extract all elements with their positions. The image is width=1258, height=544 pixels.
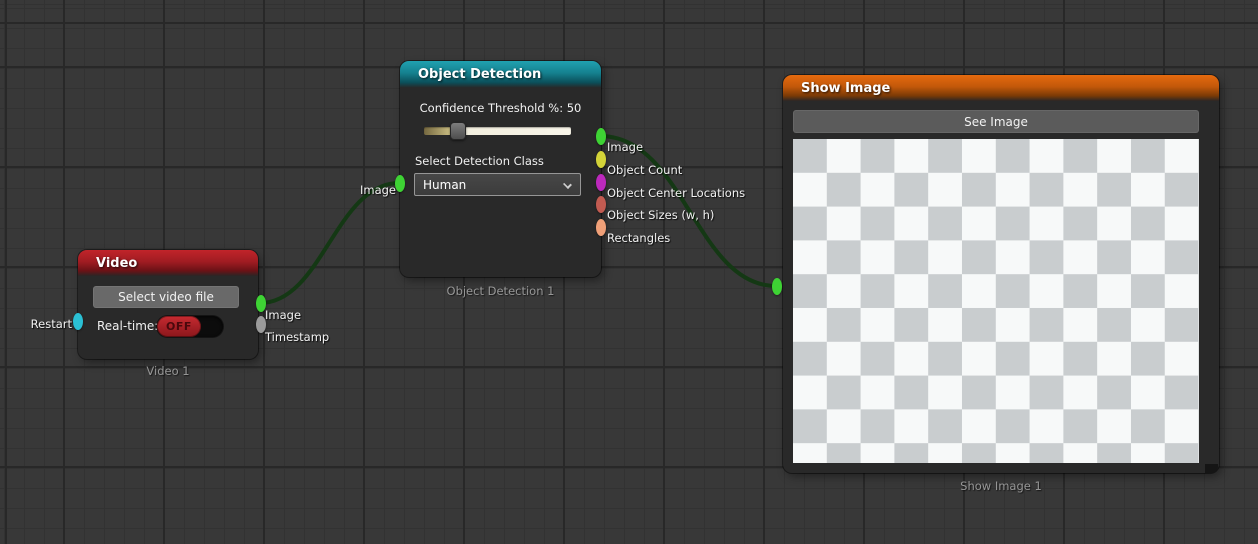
node-show-image[interactable]: Show Image See Image	[783, 75, 1219, 473]
node-video-header[interactable]: Video	[78, 250, 258, 276]
port-detection-image-input[interactable]	[395, 175, 405, 192]
port-label-detection-image-input: Image	[360, 183, 396, 197]
realtime-row: Real-time: OFF	[78, 316, 258, 338]
port-label-object-center-locations: Object Center Locations	[607, 186, 745, 200]
node-object-detection-title: Object Detection	[418, 67, 541, 82]
node-object-detection-header[interactable]: Object Detection	[400, 61, 601, 88]
detection-class-label: Select Detection Class	[415, 154, 544, 168]
slider-handle[interactable]	[450, 122, 466, 140]
detection-class-selected-value: Human	[423, 178, 466, 192]
select-video-file-button[interactable]: Select video file	[93, 286, 239, 308]
realtime-toggle-knob[interactable]: OFF	[157, 316, 201, 337]
chevron-down-icon	[563, 180, 572, 189]
port-label-video-image: Image	[265, 308, 301, 322]
port-object-sizes-output[interactable]	[596, 196, 606, 213]
port-label-video-restart: Restart	[31, 317, 72, 331]
port-label-video-timestamp: Timestamp	[265, 330, 329, 344]
image-preview-placeholder	[793, 139, 1199, 463]
port-label-detection-image-output: Image	[607, 140, 643, 154]
node-show-image-title: Show Image	[801, 81, 890, 96]
port-object-count-output[interactable]	[596, 151, 606, 168]
port-show-image-input[interactable]	[772, 278, 782, 295]
port-label-object-sizes: Object Sizes (w, h)	[607, 208, 714, 222]
detection-class-select[interactable]: Human	[414, 173, 581, 196]
realtime-toggle-state: OFF	[166, 320, 192, 333]
node-editor-canvas[interactable]: Video Select video file Real-time: OFF V…	[0, 0, 1258, 544]
port-video-restart-input[interactable]	[73, 313, 83, 330]
port-label-rectangles: Rectangles	[607, 231, 670, 245]
node-show-image-header[interactable]: Show Image	[783, 75, 1219, 101]
port-detection-image-output[interactable]	[596, 128, 606, 145]
node-show-image-caption: Show Image 1	[783, 479, 1219, 493]
port-rectangles-output[interactable]	[596, 219, 606, 236]
confidence-threshold-label: Confidence Threshold %: 50	[400, 101, 601, 115]
see-image-button[interactable]: See Image	[793, 110, 1199, 133]
node-object-detection-caption: Object Detection 1	[400, 284, 601, 298]
node-object-detection[interactable]: Object Detection Confidence Threshold %:…	[400, 61, 601, 277]
node-video-caption: Video 1	[78, 364, 258, 378]
port-label-object-count: Object Count	[607, 163, 682, 177]
slider-track[interactable]	[424, 127, 571, 135]
wire-video-image-to-detection[interactable]	[260, 183, 399, 303]
confidence-threshold-slider[interactable]	[424, 122, 571, 140]
port-object-center-locations-output[interactable]	[596, 174, 606, 191]
realtime-toggle[interactable]: OFF	[157, 316, 223, 337]
realtime-label: Real-time:	[97, 319, 158, 333]
node-video[interactable]: Video Select video file Real-time: OFF	[78, 250, 258, 359]
node-video-title: Video	[96, 256, 137, 271]
